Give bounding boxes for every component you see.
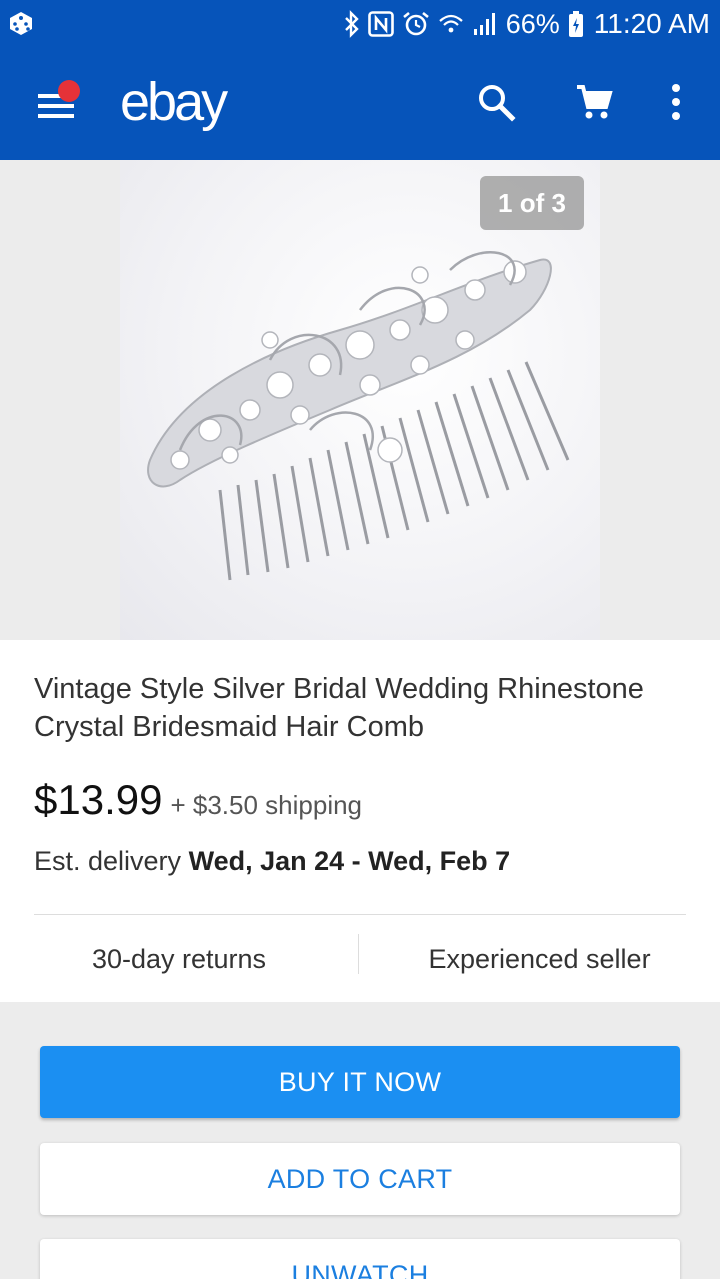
unwatch-button[interactable]: UNWATCH	[40, 1239, 680, 1279]
menu-button[interactable]	[36, 80, 80, 126]
notification-dot	[58, 80, 80, 102]
search-icon	[476, 82, 516, 127]
delivery-dates: Wed, Jan 24 - Wed, Feb 7	[188, 846, 511, 876]
delivery-label: Est. delivery	[34, 846, 182, 876]
alarm-icon	[402, 11, 430, 37]
cart-icon	[574, 82, 614, 127]
add-to-cart-button[interactable]: ADD TO CART	[40, 1143, 680, 1215]
bluetooth-icon	[344, 10, 360, 38]
buy-it-now-button[interactable]: BUY IT NOW	[40, 1046, 680, 1118]
overflow-menu-button[interactable]	[654, 82, 698, 126]
returns-badge[interactable]: 30-day returns	[0, 916, 358, 1002]
shipping-cost: + $3.50 shipping	[170, 790, 363, 820]
status-bar: 66% 11:20 AM	[0, 0, 720, 48]
seller-badge[interactable]: Experienced seller	[359, 916, 720, 1002]
dice-icon	[8, 10, 34, 36]
product-image[interactable]: 1 of 3	[120, 160, 600, 640]
image-gallery[interactable]: 1 of 3	[0, 160, 720, 640]
search-button[interactable]	[474, 82, 518, 126]
wifi-icon	[438, 11, 464, 37]
ebay-logo[interactable]: ebay	[120, 70, 228, 134]
signal-icon	[472, 11, 498, 37]
battery-percentage: 66%	[505, 8, 560, 39]
price: $13.99	[34, 776, 163, 823]
clock: 11:20 AM	[593, 8, 710, 39]
price-row: $13.99 + $3.50 shipping	[34, 776, 362, 824]
more-vert-icon	[670, 82, 682, 127]
app-bar: ebay	[0, 48, 720, 160]
battery-icon	[568, 10, 584, 38]
product-title: Vintage Style Silver Bridal Wedding Rhin…	[34, 673, 644, 743]
image-counter: 1 of 3	[480, 176, 584, 230]
seller-badges: 30-day returns Experienced seller	[0, 916, 720, 1002]
divider	[34, 914, 686, 915]
cart-button[interactable]	[572, 82, 616, 126]
product-info-card: Vintage Style Silver Bridal Wedding Rhin…	[0, 640, 720, 1002]
estimated-delivery: Est. delivery Wed, Jan 24 - Wed, Feb 7	[34, 846, 510, 877]
nfc-icon	[367, 11, 394, 37]
